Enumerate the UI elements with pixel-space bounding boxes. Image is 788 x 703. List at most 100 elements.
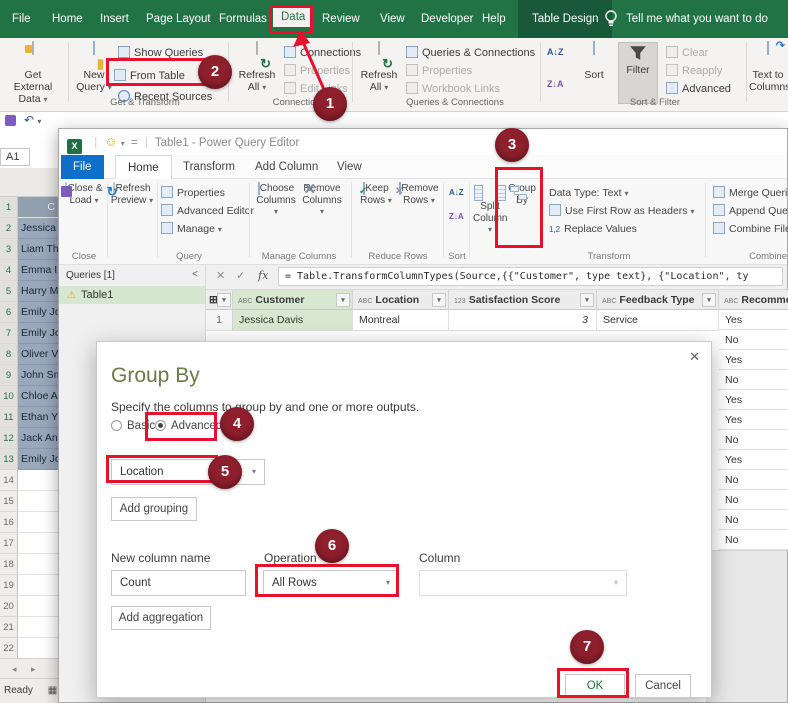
cancel-button[interactable]: Cancel xyxy=(635,674,691,698)
qat-customize-icon[interactable]: = xyxy=(131,137,138,149)
cell-column-a[interactable]: Oliver V xyxy=(18,344,58,365)
row-number[interactable]: 6 xyxy=(0,302,18,323)
advanced-editor-button[interactable]: Advanced Editor xyxy=(161,203,254,219)
filter-dropdown-icon[interactable]: ▾ xyxy=(580,293,594,307)
cell-column-a[interactable] xyxy=(18,575,58,596)
cell-score[interactable]: 3 xyxy=(449,310,597,331)
pq-sort-ascending-icon[interactable]: A↓Z xyxy=(449,189,465,197)
pq-tab-transform[interactable]: Transform xyxy=(171,155,247,179)
filter-button[interactable]: Filter xyxy=(618,42,658,104)
undo-icon[interactable]: ↶ ▾ xyxy=(24,113,41,127)
from-table-button[interactable]: From Table xyxy=(114,64,185,88)
group-by-button[interactable]: Group By xyxy=(501,183,543,206)
get-external-data-button[interactable]: Get External Data ▾ xyxy=(4,42,62,106)
cell-column-a[interactable]: Emma I xyxy=(18,260,58,281)
refresh-preview-button[interactable]: ↻ Refresh Preview ▾ xyxy=(109,183,155,206)
row-number[interactable]: 9 xyxy=(0,365,18,386)
collapse-pane-icon[interactable]: < xyxy=(192,269,198,280)
recommend-cell[interactable]: Yes xyxy=(719,450,788,470)
cell-column-a[interactable] xyxy=(18,617,58,638)
pq-tab-view[interactable]: View xyxy=(325,155,374,179)
grid-corner-cell[interactable]: ⊞▾ xyxy=(206,290,233,310)
advanced-radio[interactable]: Advanced xyxy=(155,418,222,434)
smiley-feedback-icon[interactable]: ☺ xyxy=(104,134,117,149)
remove-columns-button[interactable]: ✕ Remove Columns ▾ xyxy=(299,183,345,218)
cell-column-a[interactable] xyxy=(18,638,58,659)
fx-icon[interactable]: fx xyxy=(258,269,268,282)
tab-page-layout[interactable]: Page Layout xyxy=(146,13,211,25)
text-to-columns-button[interactable]: ↷ Text to Columns xyxy=(749,42,787,93)
row-number[interactable]: 17 xyxy=(0,533,18,554)
filter-dropdown-icon[interactable]: ▾ xyxy=(336,293,350,307)
tab-developer[interactable]: Developer xyxy=(421,13,473,25)
tab-insert[interactable]: Insert xyxy=(100,13,129,25)
cell-location[interactable]: Montreal xyxy=(353,310,449,331)
row-number[interactable]: 11 xyxy=(0,407,18,428)
recommend-cell[interactable]: Yes xyxy=(719,310,788,330)
sort-button[interactable]: Sort xyxy=(576,42,612,81)
cell-column-a[interactable]: Jessica xyxy=(18,218,58,239)
cell-feedback[interactable]: Service xyxy=(597,310,719,331)
manage-button[interactable]: Manage ▾ xyxy=(161,221,222,237)
recommend-cell[interactable]: No xyxy=(719,430,788,450)
cell-column-a[interactable]: Harry M xyxy=(18,281,58,302)
column-header-location[interactable]: ABCLocation▾ xyxy=(353,290,449,310)
cell-column-a[interactable] xyxy=(18,533,58,554)
pq-tab-file[interactable]: File xyxy=(61,155,104,179)
name-box[interactable]: A1 xyxy=(0,148,30,166)
show-queries-button[interactable]: Show Queries xyxy=(118,46,203,61)
add-grouping-button[interactable]: Add grouping xyxy=(111,497,197,521)
refresh-all-button[interactable]: ↻ Refresh All ▾ xyxy=(234,42,280,94)
keep-rows-button[interactable]: ✓ Keep Rows ▾ xyxy=(355,183,397,206)
row-number[interactable]: 12 xyxy=(0,428,18,449)
cell-column-a[interactable] xyxy=(18,554,58,575)
close-and-load-button[interactable]: Close & Load ▾ xyxy=(63,183,105,206)
row-number[interactable]: 10 xyxy=(0,386,18,407)
row-number[interactable]: 5 xyxy=(0,281,18,302)
cell-column-a[interactable]: C xyxy=(18,197,58,218)
tab-help[interactable]: Help xyxy=(482,13,506,25)
cell-column-a[interactable]: Emily Jo xyxy=(18,449,58,470)
tab-formulas[interactable]: Formulas xyxy=(219,13,267,25)
row-number[interactable]: 13 xyxy=(0,449,18,470)
cell-column-a[interactable] xyxy=(18,470,58,491)
row-number[interactable]: 14 xyxy=(0,470,18,491)
row-number[interactable]: 7 xyxy=(0,323,18,344)
filter-dropdown-icon[interactable]: ▾ xyxy=(432,293,446,307)
row-number[interactable]: 1 xyxy=(0,197,18,218)
tab-table-design[interactable]: Table Design xyxy=(518,0,612,38)
sheet-nav-left-icon[interactable]: ◂ xyxy=(12,664,17,674)
cell-column-a[interactable]: Emily Jo xyxy=(18,302,58,323)
advanced-filter-button[interactable]: Advanced xyxy=(666,82,731,97)
formula-cancel-icon[interactable]: ✕ xyxy=(216,269,225,282)
row-number[interactable]: 3 xyxy=(0,239,18,260)
save-icon[interactable] xyxy=(5,115,16,126)
recommend-cell[interactable]: No xyxy=(719,330,788,350)
new-column-name-input[interactable] xyxy=(111,570,246,596)
tab-file[interactable]: File xyxy=(12,13,31,25)
row-number[interactable]: 15 xyxy=(0,491,18,512)
row-number[interactable]: 20 xyxy=(0,596,18,617)
recommend-cell[interactable]: No xyxy=(719,510,788,530)
cell-column-a[interactable]: Emily Jo xyxy=(18,323,58,344)
formula-accept-icon[interactable]: ✓ xyxy=(236,269,245,282)
sheet-view-icon[interactable]: ▦ xyxy=(48,685,57,696)
cell-column-a[interactable] xyxy=(18,596,58,617)
pq-properties-button[interactable]: Properties xyxy=(161,185,225,201)
recommend-cell[interactable]: Yes xyxy=(719,410,788,430)
filter-dropdown-icon[interactable]: ▾ xyxy=(702,293,716,307)
tab-home[interactable]: Home xyxy=(52,13,83,25)
cell-column-a[interactable] xyxy=(18,491,58,512)
cell-column-a[interactable]: Jack An xyxy=(18,428,58,449)
tell-me-box[interactable]: Tell me what you want to do xyxy=(626,13,768,25)
basic-radio[interactable]: Basic xyxy=(111,418,155,434)
replace-values-button[interactable]: 1,2Replace Values xyxy=(549,221,637,237)
recommend-cell[interactable]: No xyxy=(719,490,788,510)
row-number[interactable]: 22 xyxy=(0,638,18,659)
choose-columns-button[interactable]: Choose Columns ▾ xyxy=(253,183,299,218)
merge-queries-button[interactable]: Merge Queries ▾ xyxy=(713,185,788,201)
first-row-headers-button[interactable]: Use First Row as Headers ▾ xyxy=(549,203,694,219)
sort-descending-icon[interactable]: Z↓A xyxy=(547,80,565,98)
row-number[interactable]: 19 xyxy=(0,575,18,596)
operation-dropdown[interactable]: All Rows▾ xyxy=(263,570,399,596)
